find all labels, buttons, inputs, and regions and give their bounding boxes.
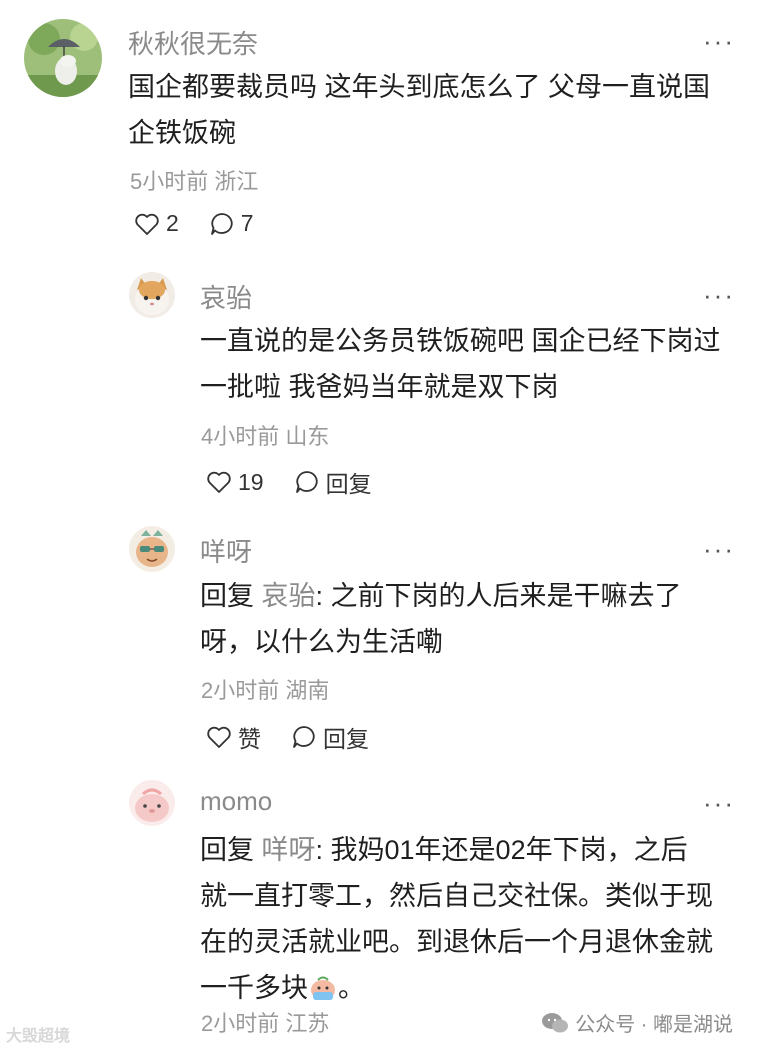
comment-text: 回复 咩呀: 我妈01年还是02年下岗，之后 就一直打零工，然后自己交社保。类似… [200, 827, 740, 1011]
comment-meta: 2小时前 江苏 [201, 1006, 329, 1038]
comment-meta: 4小时前 山东 [201, 419, 329, 451]
reply-prefix: 回复 [200, 581, 254, 611]
reply-text: : 我妈01年还是02年下岗，之后 [315, 835, 688, 865]
comment-text: 一直说的是公务员铁饭碗吧 国企已经下岗过 一批啦 我爸妈当年就是双下岗 [200, 318, 740, 410]
more-options-button[interactable]: ··· [703, 28, 735, 54]
comment-text-line: 回复 咩呀: 我妈01年还是02年下岗，之后 [200, 827, 740, 873]
speech-bubble-icon [295, 471, 318, 493]
speech-bubble-icon [293, 726, 315, 748]
heart-icon [135, 213, 159, 235]
heart-icon [207, 471, 231, 493]
timestamp: 4小时前 [201, 424, 280, 449]
like-button[interactable]: 19 [206, 469, 264, 496]
comment-text-line: 一直说的是公务员铁饭碗吧 国企已经下岗过 [200, 326, 721, 356]
watermark-right-text: 公众号 · 嘟是湖说 [575, 1014, 733, 1036]
comment-meta: 5小时前 浙江 [130, 164, 258, 196]
like-label: 赞 [238, 726, 261, 752]
like-count: 2 [166, 210, 179, 236]
location: 湖南 [285, 678, 330, 703]
watermark-left-text: 大毁超境 [6, 1028, 71, 1045]
more-options-button[interactable]: ··· [703, 790, 735, 816]
comment-text-line: 回复 哀骀: 之前下岗的人后来是干嘛去了 [200, 573, 740, 619]
comment-text-line: 一批啦 我爸妈当年就是双下岗 [200, 372, 559, 402]
comment-text-line: 国企都要裁员吗 这年头到底怎么了 父母一直说国 [128, 72, 711, 102]
comment-text-line: 就一直打零工，然后自己交社保。类似于现 [200, 881, 713, 911]
more-options-button[interactable]: ··· [703, 282, 735, 308]
comment-text-line: 企铁饭碗 [128, 118, 236, 148]
reply-text: : 之前下岗的人后来是干嘛去了 [315, 581, 682, 611]
location: 江苏 [285, 1011, 330, 1036]
mentioned-user[interactable]: 哀骀 [262, 581, 316, 611]
username[interactable]: 秋秋很无奈 [128, 24, 258, 61]
comment-text: 回复 哀骀: 之前下岗的人后来是干嘛去了 呀，以什么为生活嘞 [200, 573, 740, 665]
username[interactable]: momo [200, 786, 272, 817]
like-button[interactable]: 2 [134, 210, 179, 237]
comment-text-line: 呀，以什么为生活嘞 [200, 627, 443, 657]
wechat-icon [542, 1012, 569, 1032]
timestamp: 2小时前 [201, 1011, 280, 1036]
mentioned-user[interactable]: 咩呀 [262, 835, 316, 865]
watermark-right: 公众号 · 嘟是湖说 [541, 1008, 733, 1037]
location: 浙江 [214, 169, 259, 194]
reply-prefix: 回复 [200, 835, 254, 865]
comment-text-fragment: 。 [338, 973, 365, 1003]
like-button[interactable]: 赞 [206, 720, 261, 754]
comment-text-fragment: 一千多块 [200, 973, 308, 1003]
comment-actions: 19 回复 [206, 465, 402, 499]
heart-icon [207, 726, 231, 748]
reply-label: 回复 [323, 726, 369, 752]
comment-actions: 赞 回复 [206, 720, 399, 754]
location: 山东 [285, 424, 330, 449]
avatar[interactable] [24, 19, 102, 97]
speech-bubble-icon [210, 212, 233, 235]
crying-emoji-icon [308, 969, 338, 1000]
comment-actions: 2 7 [134, 210, 284, 237]
avatar[interactable] [129, 272, 175, 318]
reply-button[interactable]: 回复 [291, 720, 369, 754]
comment-text-line: 一千多块。 [200, 965, 740, 1011]
like-count: 19 [238, 468, 264, 495]
comment-text-line: 在的灵活就业吧。到退休后一个月退休金就 [200, 927, 713, 957]
username[interactable]: 咩呀 [200, 532, 252, 569]
avatar[interactable] [129, 526, 175, 572]
timestamp: 2小时前 [201, 678, 280, 703]
comment-text: 国企都要裁员吗 这年头到底怎么了 父母一直说国 企铁饭碗 [128, 64, 738, 156]
more-options-button[interactable]: ··· [703, 536, 735, 562]
comment-meta: 2小时前 湖南 [201, 673, 329, 705]
reply-button[interactable]: 回复 [294, 465, 372, 499]
reply-count: 7 [240, 210, 254, 236]
timestamp: 5小时前 [130, 169, 209, 194]
avatar[interactable] [129, 780, 175, 826]
watermark-left: 大毁超境 [6, 1022, 70, 1046]
reply-button[interactable]: 7 [209, 210, 254, 237]
username[interactable]: 哀骀 [200, 278, 252, 315]
reply-label: 回复 [325, 471, 372, 497]
